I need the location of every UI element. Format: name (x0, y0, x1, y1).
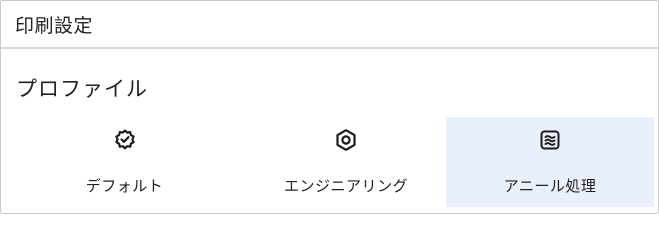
profile-option-annealing[interactable]: アニール処理 (446, 117, 654, 207)
profile-option-default[interactable]: デフォルト (3, 117, 246, 207)
page-title: 印刷設定 (15, 14, 94, 37)
hex-nut-icon (333, 127, 359, 153)
profile-section-title: プロファイル (16, 77, 148, 101)
profile-options: デフォルト エンジニアリング アニール処理 (1, 117, 658, 207)
profile-option-label: エンジニアリング (283, 177, 408, 195)
gear-check-icon (112, 127, 138, 153)
profile-option-engineering[interactable]: エンジニアリング (246, 117, 446, 207)
header: 印刷設定 (1, 1, 658, 49)
profile-option-label: アニール処理 (503, 177, 597, 195)
print-settings-panel: 印刷設定 プロファイル デフォルト エンジニアリング アニール処理 (0, 0, 659, 214)
profile-option-label: デフォルト (85, 177, 164, 195)
heat-waves-icon (537, 127, 563, 153)
